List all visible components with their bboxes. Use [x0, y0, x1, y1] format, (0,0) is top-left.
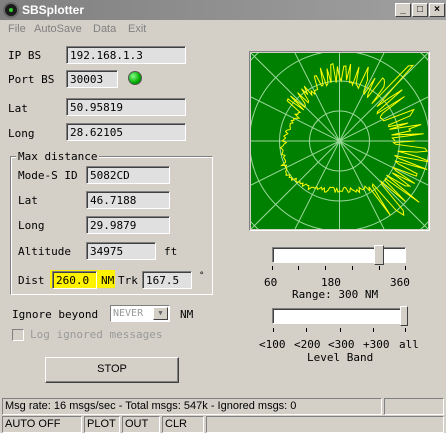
range-tick-360: 360 — [390, 276, 410, 289]
range-slider-track[interactable] — [272, 247, 406, 263]
range-tick-60: 60 — [264, 276, 278, 289]
maxdist-lat-field: 46.7188 — [86, 191, 170, 209]
window-title: SBSplotter — [22, 3, 85, 17]
log-ignored-label: Log ignored messages — [30, 328, 163, 341]
status-filler-pane — [206, 416, 444, 433]
level-tick-plus300: +300 — [363, 338, 390, 351]
range-caption: Range: 300 NM — [292, 288, 379, 301]
maxdist-long-label: Long — [18, 219, 45, 232]
menu-file[interactable]: File — [8, 23, 26, 35]
menu-exit[interactable]: Exit — [128, 23, 146, 35]
level-tick-all: all — [399, 338, 419, 351]
maxdist-long-field: 29.9879 — [86, 216, 170, 234]
ignore-unit: NM — [180, 308, 194, 321]
stop-button[interactable]: STOP — [45, 357, 179, 383]
minimize-button[interactable]: _ — [395, 3, 411, 17]
level-tick-100: <100 — [259, 338, 286, 351]
radar-plot — [251, 53, 428, 229]
level-caption: Level Band — [307, 351, 374, 364]
long-field[interactable]: 28.62105 — [66, 123, 186, 141]
altitude-label: Altitude — [18, 245, 71, 258]
maximize-button[interactable]: □ — [412, 3, 428, 17]
max-distance-title: Max distance — [16, 150, 100, 163]
altitude-unit: ft — [164, 245, 178, 258]
status-out[interactable]: OUT — [122, 416, 160, 433]
menu-data[interactable]: Data — [93, 23, 116, 35]
lat-label: Lat — [8, 102, 28, 115]
menu-autosave[interactable]: AutoSave — [34, 23, 82, 35]
level-tick-200: <200 — [294, 338, 321, 351]
level-tick-300: <300 — [328, 338, 355, 351]
status-auto-off[interactable]: AUTO OFF — [2, 416, 82, 433]
range-slider-thumb[interactable] — [374, 245, 384, 265]
chevron-down-icon[interactable]: ▼ — [153, 307, 168, 320]
distance-label: Dist — [18, 274, 45, 287]
log-ignored-checkbox[interactable] — [12, 329, 24, 341]
status-message: Msg rate: 16 msgs/sec - Total msgs: 547k… — [2, 398, 382, 415]
status-empty-pane — [384, 398, 444, 415]
level-slider-track[interactable] — [272, 308, 406, 324]
altitude-field: 34975 — [86, 242, 156, 260]
modes-label: Mode-S ID — [18, 169, 78, 182]
level-slider-thumb[interactable] — [400, 306, 408, 326]
ignore-beyond-label: Ignore beyond — [12, 308, 99, 321]
track-field: 167.5 — [142, 271, 192, 289]
track-label: Trk — [118, 274, 138, 287]
port-label: Port BS — [8, 73, 55, 86]
status-clr[interactable]: CLR — [162, 416, 204, 433]
port-field[interactable]: 30003 — [66, 70, 118, 88]
green-led-icon — [128, 71, 142, 85]
radar-grid — [251, 53, 428, 229]
close-button[interactable]: × — [429, 3, 445, 17]
long-label: Long — [8, 127, 35, 140]
modes-field: 5082CD — [86, 166, 170, 184]
ip-field[interactable]: 192.168.1.3 — [66, 46, 186, 64]
degree-symbol: ° — [199, 271, 205, 281]
distance-field: 260.0 — [52, 271, 97, 289]
status-plot[interactable]: PLOT — [84, 416, 120, 433]
lat-field[interactable]: 50.95819 — [66, 98, 186, 116]
maxdist-lat-label: Lat — [18, 194, 38, 207]
ip-label: IP BS — [8, 49, 42, 62]
distance-unit: NM — [101, 274, 115, 287]
app-icon[interactable] — [3, 2, 19, 18]
